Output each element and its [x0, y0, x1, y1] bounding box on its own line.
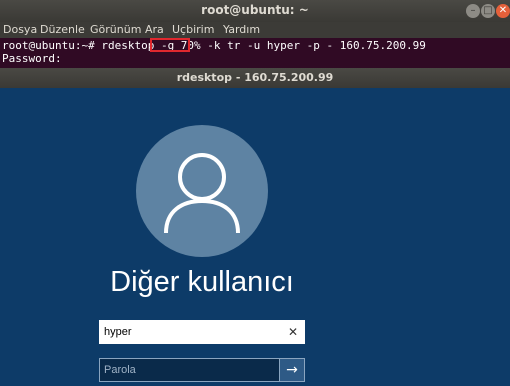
windows-login-screen: Diğer kullanıcı ✕ → — [0, 88, 510, 386]
rdesktop-titlebar: rdesktop - 160.75.200.99 — [0, 68, 510, 88]
menu-ucbirim[interactable]: Uçbirim — [172, 23, 214, 36]
password-field[interactable]: → — [99, 358, 305, 382]
username-input[interactable] — [104, 323, 274, 341]
close-icon[interactable]: ✕ — [496, 4, 510, 18]
menu-ara[interactable]: Ara — [145, 23, 164, 36]
terminal-body[interactable]: root@ubuntu:~# rdesktop -g 70% -k tr -u … — [0, 38, 510, 68]
menu-dosya[interactable]: Dosya — [3, 23, 37, 36]
menu-duzenle[interactable]: Düzenle — [40, 23, 85, 36]
terminal-menubar: Dosya Düzenle Görünüm Ara Uçbirim Yardım — [0, 22, 510, 38]
password-input[interactable] — [104, 361, 274, 379]
menu-yardim[interactable]: Yardım — [223, 23, 260, 36]
user-avatar-icon — [136, 125, 268, 257]
terminal-titlebar: root@ubuntu: ~ – □ ✕ — [0, 0, 510, 22]
clear-icon[interactable]: ✕ — [286, 324, 300, 340]
geometry-highlight-box — [150, 38, 190, 52]
command-line: root@ubuntu:~# rdesktop -g 70% -k tr -u … — [2, 39, 426, 52]
rdesktop-title: rdesktop - 160.75.200.99 — [176, 71, 334, 84]
maximize-icon[interactable]: □ — [481, 4, 495, 18]
password-prompt: Password: — [2, 52, 62, 65]
minimize-icon[interactable]: – — [466, 4, 480, 18]
username-field[interactable]: ✕ — [99, 320, 305, 344]
menu-gorunum[interactable]: Görünüm — [90, 23, 141, 36]
terminal-title: root@ubuntu: ~ — [201, 3, 309, 17]
other-user-label: Diğer kullanıcı — [110, 266, 294, 298]
submit-arrow-icon[interactable]: → — [279, 359, 304, 381]
